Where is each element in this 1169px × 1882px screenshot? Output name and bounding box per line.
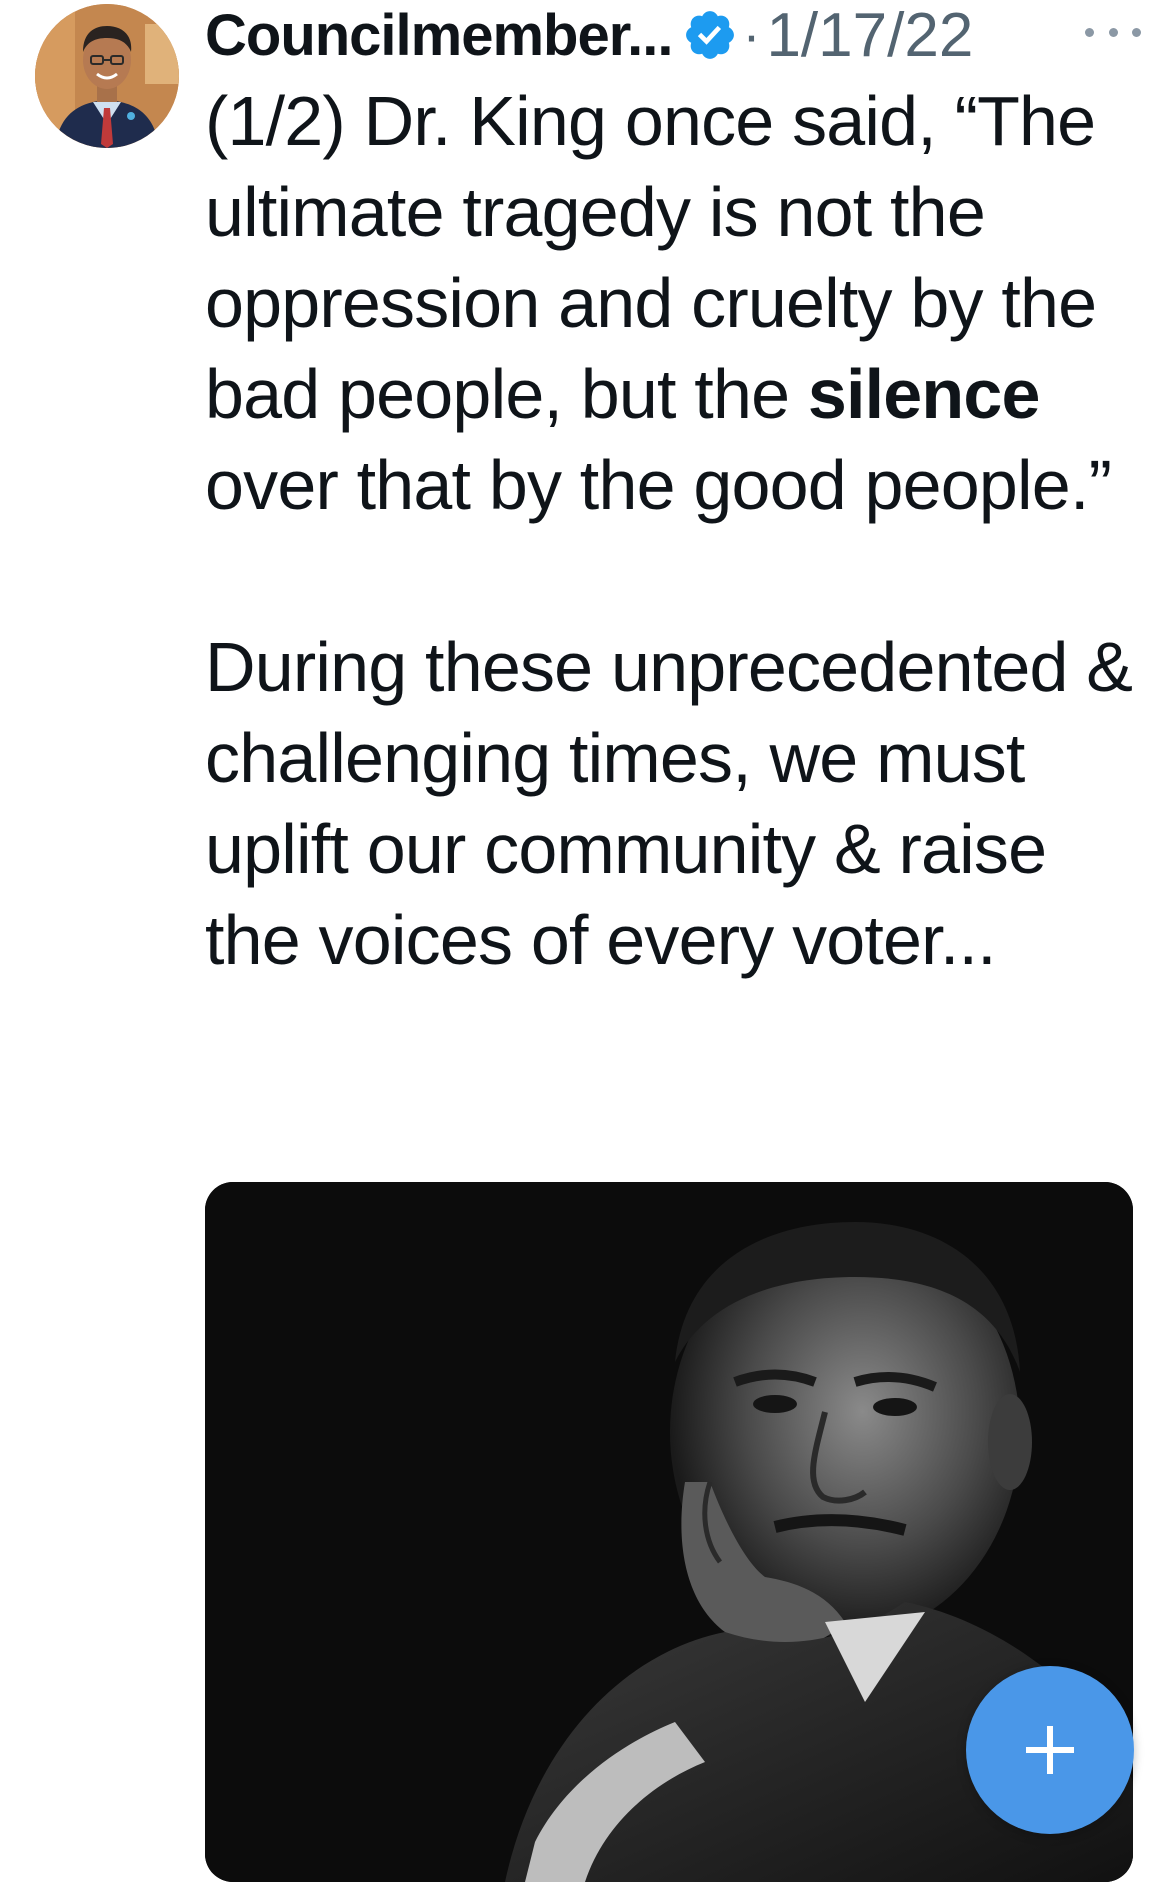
author-avatar[interactable] [35,4,179,148]
more-options-icon[interactable] [1085,12,1141,52]
tweet[interactable]: Councilmember... · 1/17/22 (1/2) Dr. Kin… [0,0,1169,1882]
more-dot [1108,27,1118,37]
tweet-header: Councilmember... · 1/17/22 [205,0,1145,70]
author-name[interactable]: Councilmember... [205,2,673,69]
verified-badge-icon [682,7,738,63]
tweet-paragraph-message: During these unprecedented & challenging… [205,628,1133,979]
more-dot [1085,27,1094,37]
tweet-date[interactable]: 1/17/22 [766,0,973,71]
tweet-text: (1/2) Dr. King once said, “The ultimate … [205,76,1155,986]
more-dot [1132,27,1141,37]
emphasized-word: silence [807,355,1041,433]
compose-tweet-button[interactable] [966,1666,1134,1834]
avatar-image [35,4,179,148]
tweet-paragraph-quote: (1/2) Dr. King once said, “The ultimate … [205,76,1155,531]
plus-icon [1026,1726,1074,1774]
separator-dot: · [742,5,761,65]
quote-text-end: over that by the good people.” [205,446,1112,524]
